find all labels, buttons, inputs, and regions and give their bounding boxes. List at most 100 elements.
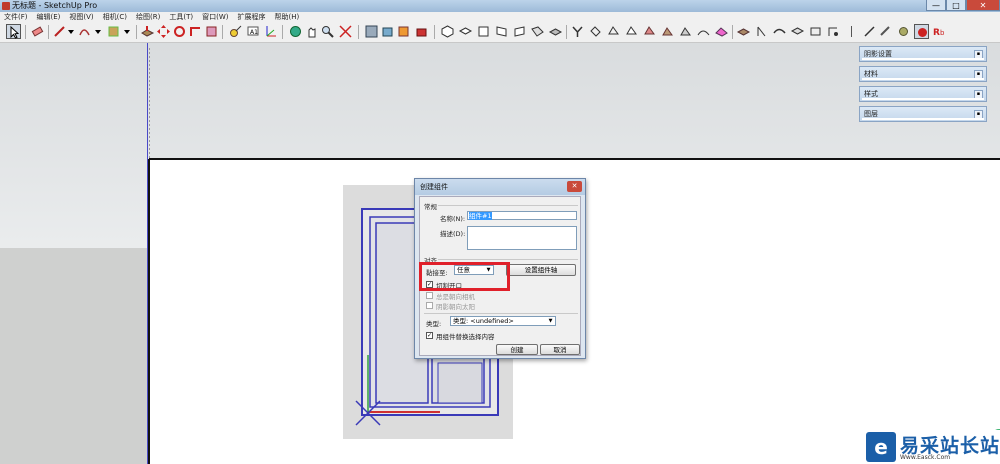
section-plane-icon[interactable] xyxy=(570,24,585,39)
right-view-icon[interactable] xyxy=(494,24,509,39)
extension-warehouse-icon[interactable] xyxy=(414,24,429,39)
zoom-extents-tool-icon[interactable] xyxy=(338,24,353,39)
window-title: 无标题 - SketchUp Pro xyxy=(12,1,98,10)
name-label: 名称(N): xyxy=(440,215,466,223)
rotate-tool-icon[interactable] xyxy=(172,24,187,39)
push-pull-tool-icon[interactable] xyxy=(140,24,155,39)
add-location-icon[interactable] xyxy=(844,24,859,39)
menu-edit[interactable]: 编辑(E) xyxy=(33,12,66,22)
follow-me-tool-icon[interactable] xyxy=(188,24,203,39)
photo-match-icon[interactable] xyxy=(862,24,877,39)
menu-view[interactable]: 视图(V) xyxy=(65,12,98,22)
geo-location-icon[interactable] xyxy=(896,24,911,39)
dialog-close-button[interactable]: ✕ xyxy=(567,181,582,192)
panel-shadows[interactable]: 阴影设置 ▪ xyxy=(859,46,987,62)
maximize-button[interactable]: □ xyxy=(946,0,966,11)
ruby-console-icon[interactable] xyxy=(914,24,929,39)
site-watermark: e 易采站长站 Www.Easck.Com xyxy=(862,430,1000,464)
3d-warehouse-icon[interactable] xyxy=(380,24,395,39)
rectangle-tool-icon[interactable] xyxy=(106,24,121,39)
xray-style-icon[interactable] xyxy=(588,24,603,39)
chevron-down-icon: ▼ xyxy=(548,318,553,324)
textured-style-icon[interactable] xyxy=(660,24,675,39)
left-view-icon[interactable] xyxy=(530,24,545,39)
menu-draw[interactable]: 绘图(R) xyxy=(132,12,165,22)
component-browser-icon[interactable] xyxy=(364,24,379,39)
create-button[interactable]: 创建 xyxy=(496,344,538,355)
back-view-icon[interactable] xyxy=(512,24,527,39)
sandbox-icon[interactable] xyxy=(696,24,711,39)
dialog-title: 创建组件 xyxy=(420,183,448,191)
shape-dropdown-icon[interactable] xyxy=(120,24,135,39)
wireframe-style-icon[interactable] xyxy=(606,24,621,39)
menu-file[interactable]: 文件(F) xyxy=(0,12,33,22)
menu-camera[interactable]: 相机(C) xyxy=(99,12,132,22)
zoom-tool-icon[interactable] xyxy=(320,24,335,39)
dialog-title-bar: 创建组件 ✕ xyxy=(415,179,585,195)
panel-styles[interactable]: 样式 ▪ xyxy=(859,86,987,102)
description-label: 描述(D): xyxy=(440,230,466,238)
panel-layers[interactable]: 图层 ▪ xyxy=(859,106,987,122)
always-face-camera-label: 总是朝向相机 xyxy=(436,293,475,301)
cancel-button[interactable]: 取消 xyxy=(540,344,580,355)
svg-text:R: R xyxy=(933,28,940,38)
move-tool-icon[interactable] xyxy=(156,24,171,39)
highlight-annotation xyxy=(419,262,510,291)
minimize-button[interactable]: — xyxy=(926,0,946,11)
default-tray: 阴影设置 ▪ 材料 ▪ 样式 ▪ 图层 ▪ xyxy=(859,46,987,126)
always-face-camera-checkbox[interactable] xyxy=(426,292,433,299)
select-tool-icon[interactable] xyxy=(6,24,21,39)
solid-subtract-icon[interactable] xyxy=(754,24,769,39)
panel-materials[interactable]: 材料 ▪ xyxy=(859,66,987,82)
svg-text:A1: A1 xyxy=(250,29,258,36)
menu-tools[interactable]: 工具(T) xyxy=(165,12,198,22)
replace-selection-checkbox[interactable]: ✓ xyxy=(426,332,433,339)
menu-window[interactable]: 窗口(W) xyxy=(198,12,233,22)
shadows-face-sun-checkbox[interactable] xyxy=(426,302,433,309)
close-window-button[interactable]: ✕ xyxy=(966,0,1000,11)
shadows-face-sun-label: 阴影朝向太阳 xyxy=(436,303,475,311)
description-input[interactable] xyxy=(467,226,577,250)
outer-shell-icon[interactable] xyxy=(808,24,823,39)
monochrome-style-icon[interactable] xyxy=(678,24,693,39)
name-value: 组件#1 xyxy=(469,212,492,220)
title-bar: 无标题 - SketchUp Pro — □ ✕ xyxy=(0,0,1000,12)
dynamic-components-icon[interactable]: Rb xyxy=(932,24,947,39)
orbit-tool-icon[interactable] xyxy=(288,24,303,39)
intersect-icon[interactable] xyxy=(826,24,841,39)
menu-extensions[interactable]: 扩展程序 xyxy=(233,12,270,22)
type-label: 类型: xyxy=(426,320,442,328)
solid-split-icon[interactable] xyxy=(790,24,805,39)
text-tool-icon[interactable]: A1 xyxy=(246,24,261,39)
axes-tool-icon[interactable] xyxy=(264,24,279,39)
general-group-label: 常规 xyxy=(424,203,437,211)
shaded-style-icon[interactable] xyxy=(642,24,657,39)
arc-dropdown-icon[interactable] xyxy=(91,24,106,39)
wall-top-edge xyxy=(149,158,1000,160)
site-logo-icon: e xyxy=(866,432,896,462)
type-select[interactable]: 类型: <undefined> ▼ xyxy=(450,316,556,326)
main-toolbar: A1 Rb xyxy=(0,22,1000,43)
solid-union-icon[interactable] xyxy=(736,24,751,39)
solid-trim-icon[interactable] xyxy=(772,24,787,39)
toggle-terrain-icon[interactable] xyxy=(878,24,893,39)
top-view-icon[interactable] xyxy=(458,24,473,39)
scale-tool-icon[interactable] xyxy=(204,24,219,39)
hidden-line-style-icon[interactable] xyxy=(624,24,639,39)
tape-measure-tool-icon[interactable] xyxy=(228,24,243,39)
type-value: 类型: <undefined> xyxy=(453,317,514,325)
set-component-axes-button[interactable]: 设置组件轴 xyxy=(506,264,576,276)
bottom-view-icon[interactable] xyxy=(548,24,563,39)
menu-help[interactable]: 帮助(H) xyxy=(270,12,304,22)
arc-tool-icon[interactable] xyxy=(77,24,92,39)
share-model-icon[interactable] xyxy=(396,24,411,39)
sandbox-smoove-icon[interactable] xyxy=(714,24,729,39)
iso-view-icon[interactable] xyxy=(440,24,455,39)
name-input[interactable]: 组件#1 xyxy=(467,211,577,220)
svg-text:b: b xyxy=(940,29,945,37)
pan-tool-icon[interactable] xyxy=(304,24,319,39)
eraser-tool-icon[interactable] xyxy=(30,24,45,39)
site-url: Www.Easck.Com xyxy=(900,454,951,461)
replace-selection-label: 用组件替换选择内容 xyxy=(436,333,495,341)
front-view-icon[interactable] xyxy=(476,24,491,39)
